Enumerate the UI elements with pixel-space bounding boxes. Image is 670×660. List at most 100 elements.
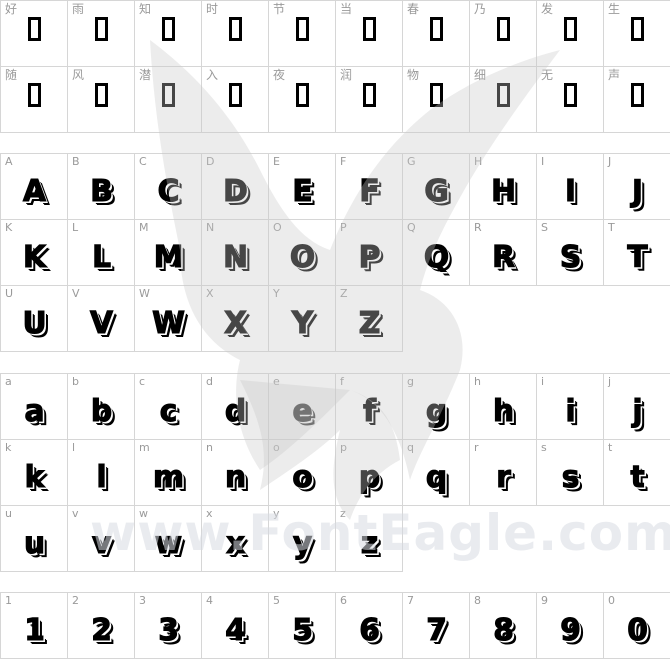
- glyph-caption: 5: [273, 594, 280, 607]
- glyph-cell: 88: [470, 593, 537, 659]
- glyph-cell: 22: [68, 593, 135, 659]
- glyph-cell: 44: [202, 593, 269, 659]
- glyph-sample: F: [359, 174, 381, 210]
- empty-cell: [537, 506, 604, 572]
- glyph-sample: B: [90, 174, 114, 210]
- glyph-caption: M: [139, 221, 149, 234]
- glyph-cell: 风: [68, 67, 135, 133]
- glyph-sample: E: [292, 174, 314, 210]
- glyph-caption: h: [474, 375, 481, 388]
- glyph-caption: g: [407, 375, 414, 388]
- glyph-cell: aa: [1, 374, 68, 440]
- glyph-caption: 2: [72, 594, 79, 607]
- glyph-cell: 66: [336, 593, 403, 659]
- glyph-sample: r: [496, 460, 512, 496]
- empty-cell: [470, 286, 537, 352]
- glyph-cell: 知: [135, 1, 202, 67]
- missing-glyph-icon: [470, 83, 536, 111]
- glyph-sample: Y: [291, 306, 314, 342]
- glyph-caption: E: [273, 155, 280, 168]
- glyph-cell: OO: [269, 220, 336, 286]
- glyph-cell: 11: [1, 593, 68, 659]
- glyph-cell: 细: [470, 67, 537, 133]
- glyph-caption: 雨: [72, 2, 85, 16]
- tofu-box-icon: [295, 17, 309, 41]
- glyph-caption: F: [340, 155, 347, 168]
- cjk-section: 好 雨 知 时 节 当 春 乃 发 生随 风 潜 入 夜 润 物 细 无 声: [0, 0, 670, 133]
- glyph-cell: EE: [269, 154, 336, 220]
- glyph-cell: SS: [537, 220, 604, 286]
- tofu-box-icon: [94, 83, 108, 107]
- glyph-cell: 乃: [470, 1, 537, 67]
- glyph-cell: TT: [604, 220, 670, 286]
- empty-cell: [604, 286, 670, 352]
- glyph-caption: V: [72, 287, 80, 300]
- empty-cell: [604, 506, 670, 572]
- glyph-cell: ii: [537, 374, 604, 440]
- glyph-caption: P: [340, 221, 347, 234]
- glyph-caption: Q: [407, 221, 416, 234]
- missing-glyph-icon: [336, 17, 402, 45]
- glyph-cell: 入: [202, 67, 269, 133]
- glyph-cell: 时: [202, 1, 269, 67]
- glyph-sample: l: [96, 460, 107, 496]
- empty-cell: [537, 286, 604, 352]
- empty-cell: [403, 286, 470, 352]
- glyph-caption: 6: [340, 594, 347, 607]
- glyph-cell: pp: [336, 440, 403, 506]
- glyph-cell: zz: [336, 506, 403, 572]
- tofu-box-icon: [228, 17, 242, 41]
- glyph-caption: i: [541, 375, 545, 388]
- glyph-cell: YY: [269, 286, 336, 352]
- glyph-sample: J: [631, 174, 643, 210]
- lowercase-section: aabbccddeeffgghhiijjkkllmmnnooppqqrrsstt…: [0, 373, 670, 572]
- glyph-caption: n: [206, 441, 213, 454]
- glyph-caption: 入: [206, 68, 219, 82]
- glyph-caption: 4: [206, 594, 213, 607]
- missing-glyph-icon: [1, 83, 67, 111]
- glyph-caption: o: [273, 441, 280, 454]
- glyph-sample: j: [632, 394, 643, 430]
- glyph-sample: A: [22, 174, 46, 210]
- glyph-sample: k: [24, 460, 45, 496]
- missing-glyph-icon: [604, 83, 670, 111]
- glyph-sample: P: [358, 240, 381, 276]
- glyph-cell: MM: [135, 220, 202, 286]
- glyph-cell: XX: [202, 286, 269, 352]
- glyph-caption: Y: [273, 287, 280, 300]
- glyph-sample: G: [424, 174, 450, 210]
- glyph-cell: 春: [403, 1, 470, 67]
- tofu-box-icon: [362, 17, 376, 41]
- glyph-caption: k: [5, 441, 12, 454]
- glyph-caption: D: [206, 155, 215, 168]
- glyph-cell: KK: [1, 220, 68, 286]
- empty-cell: [470, 506, 537, 572]
- glyph-sample: b: [90, 394, 112, 430]
- glyph-cell: 无: [537, 67, 604, 133]
- glyph-sample: y: [292, 526, 313, 562]
- digits-section: 11223344556677889900: [0, 592, 670, 659]
- glyph-sample: h: [492, 394, 514, 430]
- glyph-cell: yy: [269, 506, 336, 572]
- glyph-cell: BB: [68, 154, 135, 220]
- tofu-box-icon: [496, 83, 510, 107]
- glyph-caption: Z: [340, 287, 348, 300]
- glyph-caption: q: [407, 441, 414, 454]
- glyph-cell: cc: [135, 374, 202, 440]
- glyph-cell: 节: [269, 1, 336, 67]
- empty-cell: [403, 506, 470, 572]
- missing-glyph-icon: [135, 83, 201, 111]
- glyph-sample: W: [151, 306, 185, 342]
- glyph-caption: 润: [340, 68, 353, 82]
- glyph-caption: 好: [5, 2, 18, 16]
- glyph-cell: tt: [604, 440, 670, 506]
- missing-glyph-icon: [537, 17, 603, 45]
- missing-glyph-icon: [403, 83, 469, 111]
- missing-glyph-icon: [269, 83, 335, 111]
- glyph-caption: e: [273, 375, 280, 388]
- glyph-caption: l: [72, 441, 76, 454]
- glyph-caption: W: [139, 287, 150, 300]
- glyph-caption: O: [273, 221, 282, 234]
- glyph-cell: II: [537, 154, 604, 220]
- glyph-caption: 夜: [273, 68, 286, 82]
